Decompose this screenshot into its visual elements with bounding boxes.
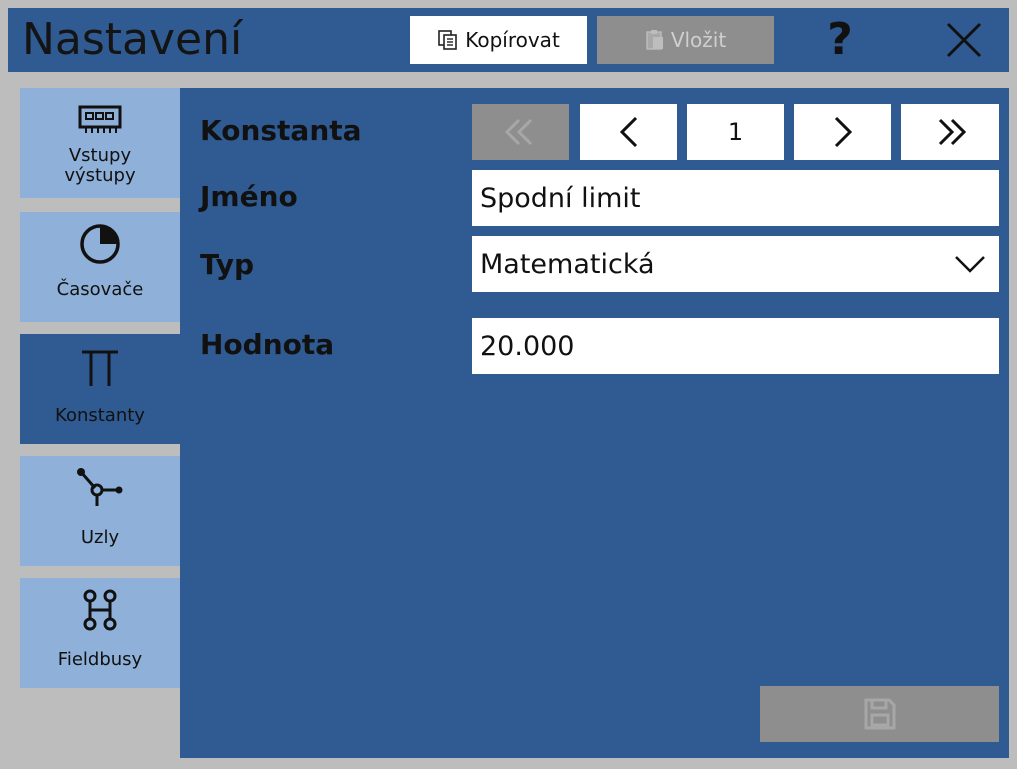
sidebar-item-label: Uzly	[80, 527, 120, 548]
paste-icon	[646, 30, 663, 50]
first-button[interactable]	[472, 104, 569, 160]
pi-icon	[82, 350, 118, 386]
copy-button-label: Kopírovat	[465, 28, 560, 52]
sidebar-item-label: Konstanty	[55, 405, 145, 426]
chevron-right-icon	[834, 116, 852, 148]
close-icon	[946, 22, 982, 58]
page-title: Nastavení	[22, 14, 243, 65]
node-icon	[77, 468, 123, 506]
name-label: Jméno	[200, 180, 298, 213]
io-board-icon	[78, 105, 122, 133]
help-icon: ?	[827, 14, 853, 65]
constant-label: Konstanta	[200, 114, 362, 147]
name-input[interactable]: Spodní limit	[472, 170, 999, 226]
previous-button[interactable]	[580, 104, 677, 160]
copy-icon	[438, 30, 458, 50]
type-select[interactable]: Matematická	[472, 236, 999, 292]
type-select-value: Matematická	[480, 248, 655, 280]
title-bar: Nastavení Kopírovat Vložit ?	[8, 8, 1009, 72]
double-chevron-right-icon	[938, 118, 967, 146]
sidebar-item-label: Fieldbusy	[57, 649, 143, 670]
paste-button-label: Vložit	[670, 28, 727, 52]
double-chevron-left-icon	[504, 118, 532, 146]
save-button[interactable]	[760, 686, 999, 742]
constant-index: 1	[687, 104, 784, 160]
copy-button[interactable]: Kopírovat	[410, 16, 587, 64]
sidebar-item-io[interactable]: Vstupy výstupy	[20, 88, 180, 198]
constant-editor-panel: Konstanta Jméno Typ Hodnota 1 Spodní lim…	[180, 88, 1009, 758]
chevron-left-icon	[619, 116, 637, 148]
next-button[interactable]	[794, 104, 891, 160]
chevron-down-icon	[955, 256, 985, 273]
settings-window: Nastavení Kopírovat Vložit ? Vstupy výst…	[0, 0, 1017, 769]
value-label: Hodnota	[200, 328, 335, 361]
type-label: Typ	[200, 248, 255, 281]
value-input[interactable]: 20.000	[472, 318, 999, 374]
fieldbus-icon	[83, 589, 117, 631]
sidebar-item-timers[interactable]: Časovače	[20, 212, 180, 322]
save-icon	[864, 698, 895, 730]
help-button[interactable]: ?	[808, 16, 872, 64]
last-button[interactable]	[901, 104, 999, 160]
sidebar-item-label: Vstupy výstupy	[64, 145, 136, 186]
sidebar-item-label: Časovače	[56, 279, 144, 300]
close-button[interactable]	[932, 16, 996, 64]
paste-button[interactable]: Vložit	[597, 16, 774, 64]
timer-icon	[80, 224, 120, 264]
sidebar-item-fieldbusy[interactable]: Fieldbusy	[20, 578, 180, 688]
sidebar-item-constants[interactable]: Konstanty	[20, 334, 180, 444]
sidebar-item-nodes[interactable]: Uzly	[20, 456, 180, 566]
